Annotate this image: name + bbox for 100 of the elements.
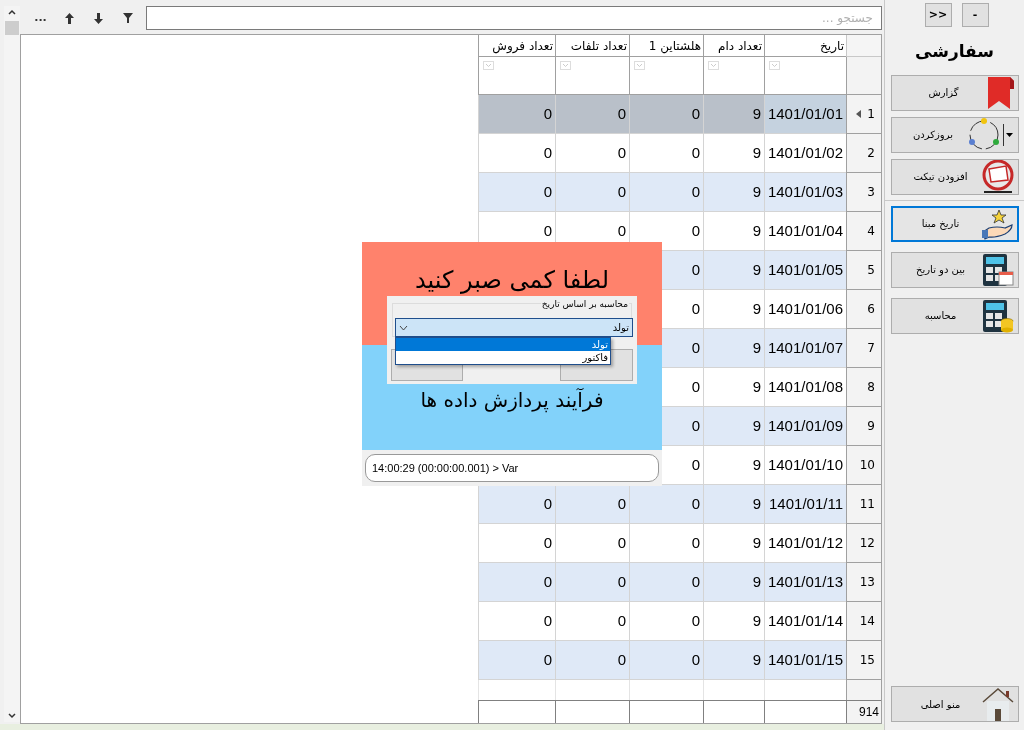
sidebar-button-label: بروزکردن <box>911 128 954 142</box>
table-cell: 1401/01/03 <box>764 173 846 212</box>
dropdown-arrow-icon <box>1002 123 1014 146</box>
table-cell: 9 <box>703 329 764 368</box>
row-header[interactable]: 9 <box>846 407 881 446</box>
table-cell: 0 <box>555 134 629 173</box>
table-cell: 0 <box>478 602 555 641</box>
row-header[interactable]: 8 <box>846 368 881 407</box>
table-cell: 0 <box>555 95 629 134</box>
sidebar-button[interactable]: تاریخ مبنا <box>890 205 1019 242</box>
panel-toggle-button[interactable]: >> <box>924 3 952 27</box>
table-cell: 0 <box>478 524 555 563</box>
row-number: 2 <box>867 145 875 162</box>
table-cell: 9 <box>703 368 764 407</box>
sidebar-button-label: گزارش <box>927 86 960 100</box>
scroll-thumb[interactable] <box>5 21 19 35</box>
sidebar-button[interactable]: بین دو تاریخ <box>890 251 1019 288</box>
combo-value: تولد <box>612 321 629 335</box>
row-number: 6 <box>867 301 875 318</box>
scroll-down-icon[interactable] <box>7 710 17 720</box>
row-header[interactable]: 10 <box>846 446 881 485</box>
table-cell: 0 <box>555 641 629 680</box>
row-header[interactable]: 15 <box>846 641 881 680</box>
table-cell: 0 <box>629 524 703 563</box>
combo-option[interactable]: تولد <box>396 338 610 351</box>
table-cell: 0 <box>629 134 703 173</box>
sidebar-button[interactable]: بروزکردن <box>890 116 1019 153</box>
table-cell: 1401/01/09 <box>764 407 846 446</box>
group-label: محاسبه بر اساس تاریخ <box>540 298 629 312</box>
panel-toggle-button[interactable]: - <box>961 3 989 27</box>
row-header[interactable]: 13 <box>846 563 881 602</box>
table-cell: 1401/01/06 <box>764 290 846 329</box>
column-header[interactable]: تعداد دام <box>703 35 764 57</box>
sidebar-button-label: تاریخ مبنا <box>920 217 961 231</box>
table-cell: 0 <box>555 524 629 563</box>
table-cell: 9 <box>703 524 764 563</box>
row-number: 7 <box>867 340 875 357</box>
table-cell: 0 <box>629 173 703 212</box>
column-header[interactable]: تعداد تلفات <box>555 35 629 57</box>
current-row-icon <box>856 110 862 118</box>
chevron-down-icon <box>399 324 408 331</box>
row-number: 5 <box>867 262 875 279</box>
cycle-icon <box>966 117 1001 152</box>
sidebar-button-label: محاسبه <box>923 309 958 323</box>
column-header[interactable]: تعداد فروش <box>478 35 555 57</box>
table-cell: 9 <box>703 251 764 290</box>
table-cell: 0 <box>629 95 703 134</box>
table-cell: 1401/01/01 <box>764 95 846 134</box>
arrow-up-icon <box>65 12 74 24</box>
row-header[interactable]: 6 <box>846 290 881 329</box>
column-header[interactable]: هلشتاین 1 <box>629 35 703 57</box>
table-cell: 1401/01/13 <box>764 563 846 602</box>
ticket-icon <box>981 159 1014 194</box>
table-cell: 0 <box>478 641 555 680</box>
row-header[interactable]: 2 <box>846 134 881 173</box>
table-cell: 9 <box>703 134 764 173</box>
table-cell: 1401/01/08 <box>764 368 846 407</box>
table-cell: 1401/01/12 <box>764 524 846 563</box>
table-cell: 9 <box>703 95 764 134</box>
table-cell: 0 <box>478 134 555 173</box>
sidebar-button-label: افزودن تیکت <box>912 170 969 184</box>
table-cell: 0 <box>555 602 629 641</box>
row-header[interactable]: 1 <box>846 95 881 134</box>
more-button[interactable]: ... <box>26 8 55 28</box>
row-number: 4 <box>867 223 875 240</box>
house-icon <box>981 687 1014 721</box>
process-text: فرآیند پردازش داده ها <box>420 387 604 415</box>
table-cell: 9 <box>703 602 764 641</box>
sidebar-button[interactable]: محاسبه <box>890 297 1019 334</box>
table-cell: 0 <box>629 563 703 602</box>
column-header[interactable]: تاریخ <box>764 35 846 57</box>
row-number: 13 <box>859 574 875 591</box>
sidebar-button[interactable]: منو اصلی <box>890 686 1019 722</box>
sidebar-button-label: بین دو تاریخ <box>915 263 966 277</box>
row-header[interactable]: 12 <box>846 524 881 563</box>
table-cell: 1401/01/02 <box>764 134 846 173</box>
sidebar-button[interactable]: گزارش <box>890 74 1019 111</box>
table-cell: 1401/01/04 <box>764 212 846 251</box>
row-header[interactable]: 4 <box>846 212 881 251</box>
table-cell: 0 <box>555 173 629 212</box>
calculator-coins-icon <box>981 298 1014 333</box>
sidebar-button-label: منو اصلی <box>919 697 962 712</box>
table-cell: 1401/01/07 <box>764 329 846 368</box>
row-number: 8 <box>867 379 875 396</box>
row-header[interactable]: 5 <box>846 251 881 290</box>
search-field[interactable]: جستجو ... <box>146 6 882 30</box>
table-cell: 0 <box>629 641 703 680</box>
row-header[interactable]: 14 <box>846 602 881 641</box>
table-cell: 9 <box>703 173 764 212</box>
scrollbar[interactable] <box>4 6 20 722</box>
row-number: 1 <box>867 106 875 123</box>
row-header[interactable]: 7 <box>846 329 881 368</box>
table-cell: 1401/01/10 <box>764 446 846 485</box>
sidebar-button[interactable]: افزودن تیکت <box>890 158 1019 195</box>
row-header[interactable]: 11 <box>846 485 881 524</box>
row-header[interactable]: 3 <box>846 173 881 212</box>
bookmark-icon <box>987 76 1014 109</box>
combo-option[interactable]: فاکتور <box>396 351 610 364</box>
date-combo[interactable]: تولد <box>395 318 633 337</box>
table-cell: 0 <box>478 173 555 212</box>
